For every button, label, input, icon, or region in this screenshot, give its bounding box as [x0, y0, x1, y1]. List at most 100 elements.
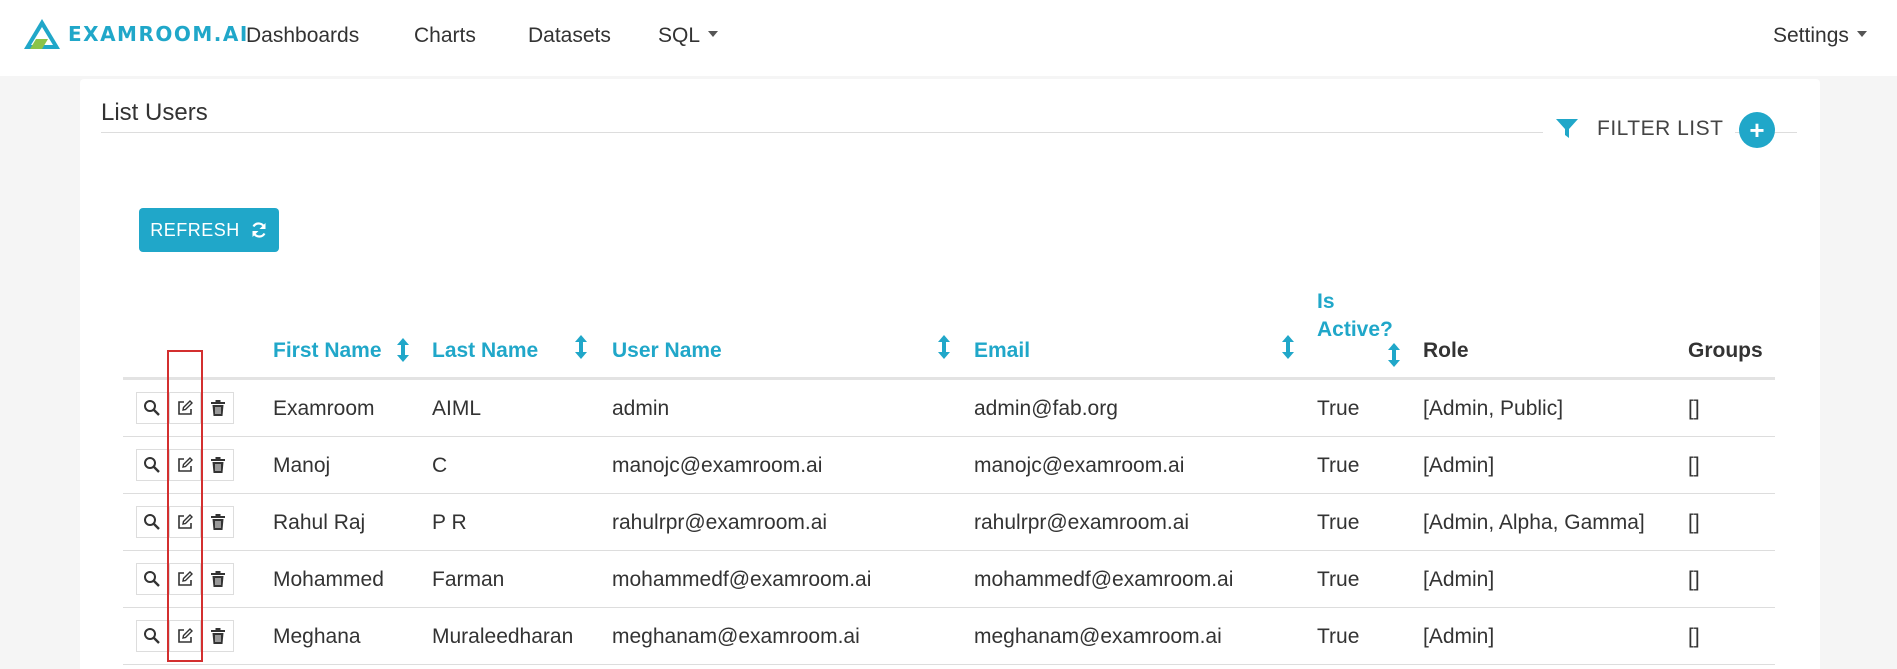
cell-role: [Admin]: [1423, 625, 1495, 648]
filter-list-label: FILTER LIST: [1597, 117, 1724, 140]
table-row: Examroom AIML admin admin@fab.org True […: [123, 380, 1775, 437]
nav-dashboards[interactable]: Dashboards: [246, 23, 359, 49]
cell-active: True: [1317, 397, 1360, 420]
edit-icon: [178, 514, 193, 529]
sort-icon[interactable]: [1388, 343, 1400, 367]
add-user-button[interactable]: +: [1739, 112, 1775, 148]
view-button[interactable]: [136, 392, 168, 424]
cell-groups: []: [1688, 568, 1700, 591]
cell-groups: []: [1688, 511, 1700, 534]
logo-icon: [24, 19, 60, 49]
cell-first-name: Manoj: [273, 454, 331, 477]
cell-first-name: Rahul Raj: [273, 511, 366, 534]
trash-icon: [211, 400, 225, 416]
view-button[interactable]: [136, 563, 168, 595]
sort-icon[interactable]: [938, 335, 950, 359]
cell-active: True: [1317, 454, 1360, 477]
view-button[interactable]: [136, 449, 168, 481]
filter-icon: [1556, 119, 1578, 138]
trash-icon: [211, 457, 225, 473]
delete-button[interactable]: [202, 620, 234, 652]
edit-button[interactable]: [169, 392, 201, 424]
delete-button[interactable]: [202, 392, 234, 424]
view-button[interactable]: [136, 620, 168, 652]
nav-settings-label: Settings: [1773, 24, 1849, 47]
search-icon: [144, 400, 160, 416]
col-last-name[interactable]: Last Name: [432, 337, 538, 365]
cell-role: [Admin]: [1423, 454, 1495, 477]
search-icon: [144, 457, 160, 473]
cell-first-name: Examroom: [273, 397, 375, 420]
trash-icon: [211, 514, 225, 530]
cell-role: [Admin]: [1423, 568, 1495, 591]
edit-icon: [178, 457, 193, 472]
cell-email: rahulrpr@examroom.ai: [974, 511, 1190, 534]
edit-icon: [178, 571, 193, 586]
refresh-button[interactable]: REFRESH: [139, 208, 279, 252]
edit-button[interactable]: [169, 506, 201, 538]
page-title: List Users: [101, 99, 208, 126]
nav-settings[interactable]: Settings: [1773, 23, 1867, 49]
cell-last-name: AIML: [432, 397, 482, 420]
table-row: Meghana Muraleedharan meghanam@examroom.…: [123, 608, 1775, 665]
cell-active: True: [1317, 625, 1360, 648]
cell-user-name: mohammedf@examroom.ai: [612, 568, 872, 591]
cell-email: admin@fab.org: [974, 397, 1118, 420]
delete-button[interactable]: [202, 506, 234, 538]
chevron-down-icon: [708, 31, 719, 38]
cell-groups: []: [1688, 625, 1700, 648]
cell-role: [Admin, Alpha, Gamma]: [1423, 511, 1645, 534]
cell-last-name: Muraleedharan: [432, 625, 574, 648]
sort-icon[interactable]: [1282, 335, 1294, 359]
delete-button[interactable]: [202, 449, 234, 481]
cell-active: True: [1317, 568, 1360, 591]
col-role: Role: [1423, 339, 1469, 362]
cell-user-name: manojc@examroom.ai: [612, 454, 823, 477]
cell-email: manojc@examroom.ai: [974, 454, 1185, 477]
brand-logo[interactable]: EXAMROOM.AI: [22, 17, 249, 51]
cell-groups: []: [1688, 454, 1700, 477]
table-row: Rahul Raj P R rahulrpr@examroom.ai rahul…: [123, 494, 1775, 551]
col-groups: Groups: [1688, 339, 1763, 362]
sort-icon[interactable]: [575, 335, 587, 359]
col-first-name[interactable]: First Name: [273, 337, 382, 365]
cell-email: mohammedf@examroom.ai: [974, 568, 1234, 591]
trash-icon: [211, 571, 225, 587]
cell-user-name: admin: [612, 397, 670, 420]
filter-list-button[interactable]: FILTER LIST: [1543, 114, 1736, 144]
edit-button[interactable]: [169, 620, 201, 652]
cell-first-name: Meghana: [273, 625, 361, 648]
cell-last-name: C: [432, 454, 448, 477]
cell-groups: []: [1688, 397, 1700, 420]
sort-icon[interactable]: [397, 338, 409, 362]
brand-name: EXAMROOM.AI: [68, 22, 249, 46]
cell-user-name: meghanam@examroom.ai: [612, 625, 860, 648]
table-row: Manoj C manojc@examroom.ai manojc@examro…: [123, 437, 1775, 494]
nav-sql[interactable]: SQL: [658, 23, 719, 49]
edit-icon: [178, 628, 193, 643]
cell-last-name: P R: [432, 511, 467, 534]
cell-last-name: Farman: [432, 568, 505, 591]
cell-active: True: [1317, 511, 1360, 534]
col-user-name[interactable]: User Name: [612, 337, 722, 365]
col-email[interactable]: Email: [974, 337, 1030, 365]
edit-icon: [178, 400, 193, 415]
table-row: Mohammed Farman mohammedf@examroom.ai mo…: [123, 551, 1775, 608]
col-is-active-line2[interactable]: Active?: [1317, 316, 1393, 344]
delete-button[interactable]: [202, 563, 234, 595]
edit-button[interactable]: [169, 563, 201, 595]
refresh-label: REFRESH: [150, 219, 240, 240]
edit-button[interactable]: [169, 449, 201, 481]
nav-charts[interactable]: Charts: [414, 23, 476, 49]
trash-icon: [211, 628, 225, 644]
chevron-down-icon: [1856, 31, 1867, 38]
view-button[interactable]: [136, 506, 168, 538]
col-is-active-line1[interactable]: Is: [1317, 288, 1335, 316]
nav-datasets[interactable]: Datasets: [528, 23, 611, 49]
nav-sql-label: SQL: [658, 24, 701, 47]
search-icon: [144, 628, 160, 644]
cell-user-name: rahulrpr@examroom.ai: [612, 511, 828, 534]
cell-email: meghanam@examroom.ai: [974, 625, 1222, 648]
cell-role: [Admin, Public]: [1423, 397, 1564, 420]
refresh-icon: [252, 222, 266, 238]
